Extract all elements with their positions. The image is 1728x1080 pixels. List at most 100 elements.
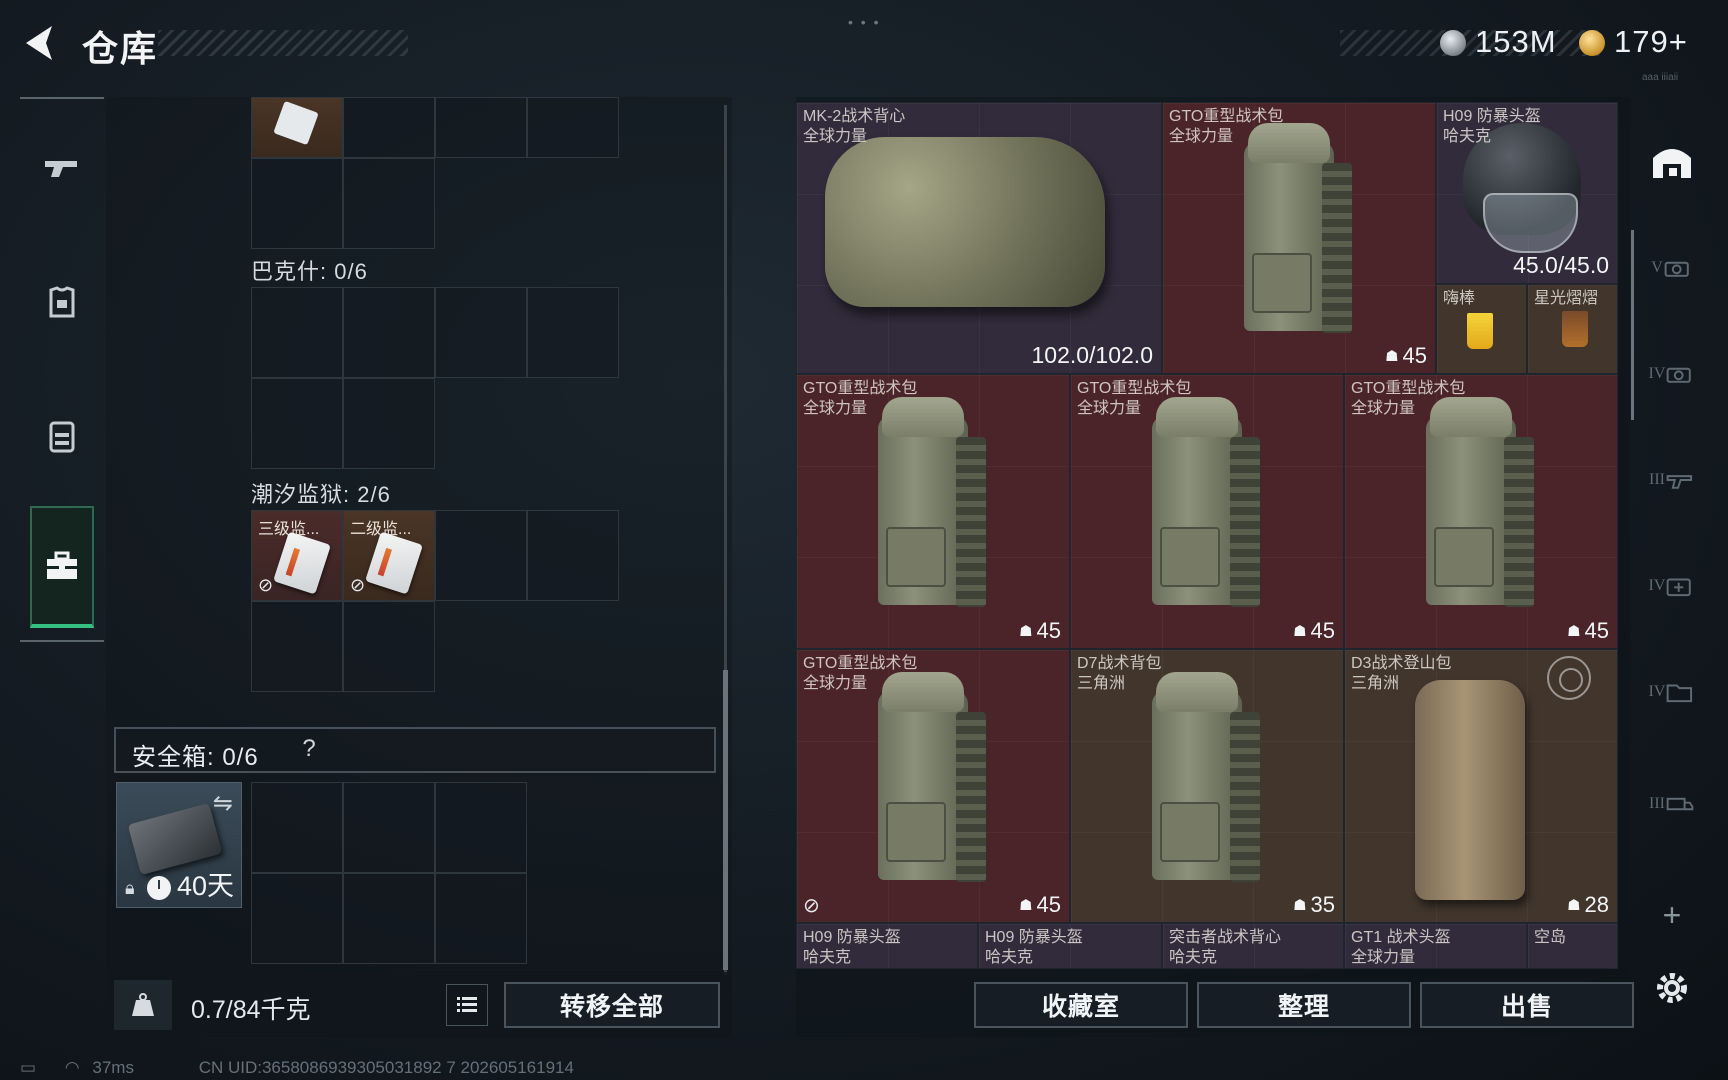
tier-label: IV	[1648, 365, 1666, 382]
grid-cell[interactable]	[343, 782, 435, 873]
capacity-icon: ☗	[1567, 897, 1581, 914]
item-capacity: ☗ 45	[1567, 618, 1609, 644]
item-name: GTO重型战术包	[1169, 108, 1284, 125]
nav-toolbox[interactable]	[30, 506, 94, 628]
keycard-item[interactable]: 三级监... ⊘	[251, 510, 343, 601]
gold-currency-amount[interactable]: 179+	[1614, 24, 1688, 60]
backpack-image	[878, 397, 988, 617]
stash-item-backpack[interactable]: GTO重型战术包 全球力量 ☗ 45	[1070, 374, 1344, 649]
item-faction: 全球力量	[1351, 949, 1416, 966]
item-name: GT1 战术头盔	[1351, 929, 1451, 946]
capacity-value: 35	[1310, 892, 1335, 917]
grid-cell[interactable]	[251, 287, 343, 378]
capacity-icon: ☗	[1293, 623, 1307, 640]
transfer-all-button[interactable]: 转移全部	[504, 982, 720, 1028]
settings-button[interactable]	[1646, 958, 1698, 1018]
backpack-icon	[49, 421, 75, 453]
toolbox-icon	[47, 551, 77, 579]
left-scrollbar[interactable]	[723, 670, 728, 970]
grid-cell[interactable]	[527, 97, 619, 158]
stash-item-backpack[interactable]: GTO重型战术包 全球力量 ☗ 45	[796, 374, 1070, 649]
stash-item-helmet[interactable]: GT1 战术头盔 全球力量	[1344, 923, 1527, 969]
stash-item-helmet[interactable]: H09 防暴头盔 哈夫克	[796, 923, 978, 969]
stash-tab-tier[interactable]: IV	[1646, 662, 1698, 722]
tier-label: III	[1649, 795, 1665, 812]
sell-button[interactable]: 出售	[1420, 982, 1634, 1028]
stash-item-helmet[interactable]: H09 防暴头盔 哈夫克	[978, 923, 1162, 969]
grid-cell[interactable]	[251, 601, 343, 692]
keycard-item[interactable]: 二级监... ⊘	[343, 510, 435, 601]
grid-cell[interactable]	[435, 97, 527, 158]
stash-item-drink[interactable]: 星光熠熠	[1527, 284, 1618, 374]
item-name: H09 防暴头盔	[1443, 108, 1541, 125]
stash-tab-tier[interactable]: V	[1646, 238, 1698, 298]
stash-tab-tier[interactable]: III	[1646, 450, 1698, 510]
keycard-icon	[273, 531, 331, 595]
grid-cell[interactable]	[251, 873, 343, 964]
stash-item-backpack[interactable]: D7战术背包 三角洲 ☗ 35	[1070, 649, 1344, 923]
stash-home-tab[interactable]	[1646, 132, 1698, 192]
grid-cell[interactable]	[527, 510, 619, 601]
uid-readout: CN UID:3658086939305031892 7 20260516191…	[198, 1058, 574, 1077]
drag-handle[interactable]: • • •	[848, 14, 880, 30]
stash-scrollbar[interactable]	[1631, 230, 1634, 420]
camera-tab-icon	[1664, 261, 1689, 277]
stash-tab-tier[interactable]: IV	[1646, 556, 1698, 616]
grid-cell[interactable]	[527, 287, 619, 378]
organize-button[interactable]: 整理	[1197, 982, 1411, 1028]
stash-item-drink[interactable]: 嗨棒	[1436, 284, 1527, 374]
item-name: 空岛	[1534, 929, 1567, 946]
grid-cell[interactable]	[343, 287, 435, 378]
back-icon[interactable]	[18, 20, 64, 66]
tier-label: IV	[1648, 683, 1666, 700]
collection-room-button[interactable]: 收藏室	[974, 982, 1188, 1028]
stash-item-backpack[interactable]: GTO重型战术包 全球力量 ☗ 45	[1344, 374, 1618, 649]
grid-cell[interactable]	[343, 97, 435, 158]
grid-cell[interactable]	[343, 873, 435, 964]
drink-image	[1562, 311, 1588, 347]
grid-item-card[interactable]	[251, 97, 343, 158]
safebox-item[interactable]: ⇋ 🔒︎ 40天	[116, 782, 242, 908]
stash-item-backpack[interactable]: D3战术登山包 三角洲 ☗ 28	[1344, 649, 1618, 923]
capacity-value: 45	[1310, 618, 1335, 643]
add-tab-button[interactable]: +	[1646, 885, 1698, 945]
silver-currency-amount[interactable]: 153M	[1475, 24, 1557, 60]
stash-item-backpack[interactable]: GTO重型战术包 全球力量 ⊘ ☗ 45	[796, 649, 1070, 923]
tier-label: III	[1649, 471, 1665, 488]
grid-cell[interactable]	[251, 782, 343, 873]
swap-icon[interactable]: ⇋	[213, 789, 233, 818]
no-sell-icon: ⊘	[350, 575, 366, 595]
stash-item-backpack[interactable]: GTO重型战术包 全球力量 ☗ 45	[1162, 102, 1436, 374]
nav-armor[interactable]	[30, 253, 94, 353]
stash-item-vest[interactable]: 突击者战术背心 哈夫克	[1162, 923, 1344, 969]
status-bar: ▭ ◠ 37ms CN UID:3658086939305031892 7 20…	[20, 1058, 574, 1078]
grid-cell[interactable]	[435, 287, 527, 378]
nav-backpack[interactable]	[30, 386, 94, 486]
backpack-image	[1152, 397, 1262, 617]
grid-cell[interactable]	[343, 601, 435, 692]
help-icon[interactable]: ?	[294, 735, 324, 765]
grid-cell[interactable]	[251, 158, 343, 249]
nav-weapons[interactable]	[30, 120, 94, 220]
grid-gap	[435, 158, 527, 249]
stash-tab-tier[interactable]: III	[1646, 774, 1698, 834]
list-view-button[interactable]	[446, 984, 488, 1026]
grid-cell[interactable]	[435, 782, 527, 873]
item-name: H09 防暴头盔	[985, 929, 1083, 946]
stash-item-vest[interactable]: MK-2战术背心 全球力量 102.0/102.0	[796, 102, 1162, 374]
stash-footer: 收藏室 整理 出售	[796, 972, 1634, 1038]
medkit-tab-icon	[1667, 578, 1692, 597]
target-icon[interactable]	[1547, 656, 1591, 700]
grid-cell[interactable]	[435, 873, 527, 964]
stash-item-helmet[interactable]: H09 防暴头盔 哈夫克 45.0/45.0	[1436, 102, 1618, 284]
backpack-image	[1152, 672, 1262, 892]
stash-item-misc[interactable]: 空岛	[1527, 923, 1618, 969]
item-capacity: ☗ 45	[1385, 343, 1427, 369]
grid-cell[interactable]	[343, 158, 435, 249]
grid-cell[interactable]	[251, 378, 343, 469]
container-grid-bakshi	[251, 287, 619, 469]
grid-cell[interactable]	[343, 378, 435, 469]
grid-cell[interactable]	[435, 510, 527, 601]
backpack-image	[1415, 680, 1525, 900]
stash-tab-tier[interactable]: IV	[1646, 344, 1698, 404]
